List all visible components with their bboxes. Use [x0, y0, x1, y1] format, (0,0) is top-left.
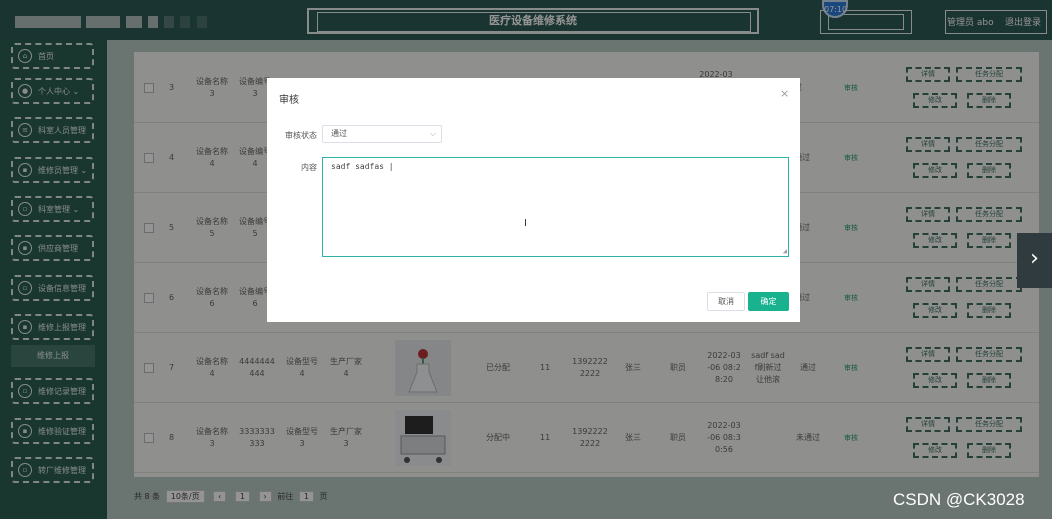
watermark: CSDN @CK3028 [893, 490, 1025, 509]
chevron-down-icon: ⌵ [429, 129, 436, 138]
close-icon[interactable]: × [780, 87, 789, 100]
status-select[interactable]: 通过 ⌵ [322, 125, 442, 143]
cancel-button[interactable]: 取消 [707, 292, 745, 311]
status-label: 审核状态 [285, 131, 317, 140]
content-label: 内容 [301, 163, 317, 172]
confirm-button[interactable]: 确定 [748, 292, 789, 311]
resize-grip-icon[interactable]: ◢ [783, 247, 787, 255]
dialog-title: 审核 [279, 95, 299, 106]
audit-dialog: 审核 × 审核状态 通过 ⌵ 内容 sadf sadfas | ◢ I 取消 确… [267, 78, 800, 322]
text-cursor-icon: I [524, 218, 527, 229]
chevron-right-icon[interactable]: › [1017, 233, 1052, 288]
status-select-value: 通过 [331, 129, 347, 138]
content-text: sadf sadfas | [331, 162, 394, 171]
content-textarea[interactable]: sadf sadfas | ◢ [322, 157, 789, 257]
